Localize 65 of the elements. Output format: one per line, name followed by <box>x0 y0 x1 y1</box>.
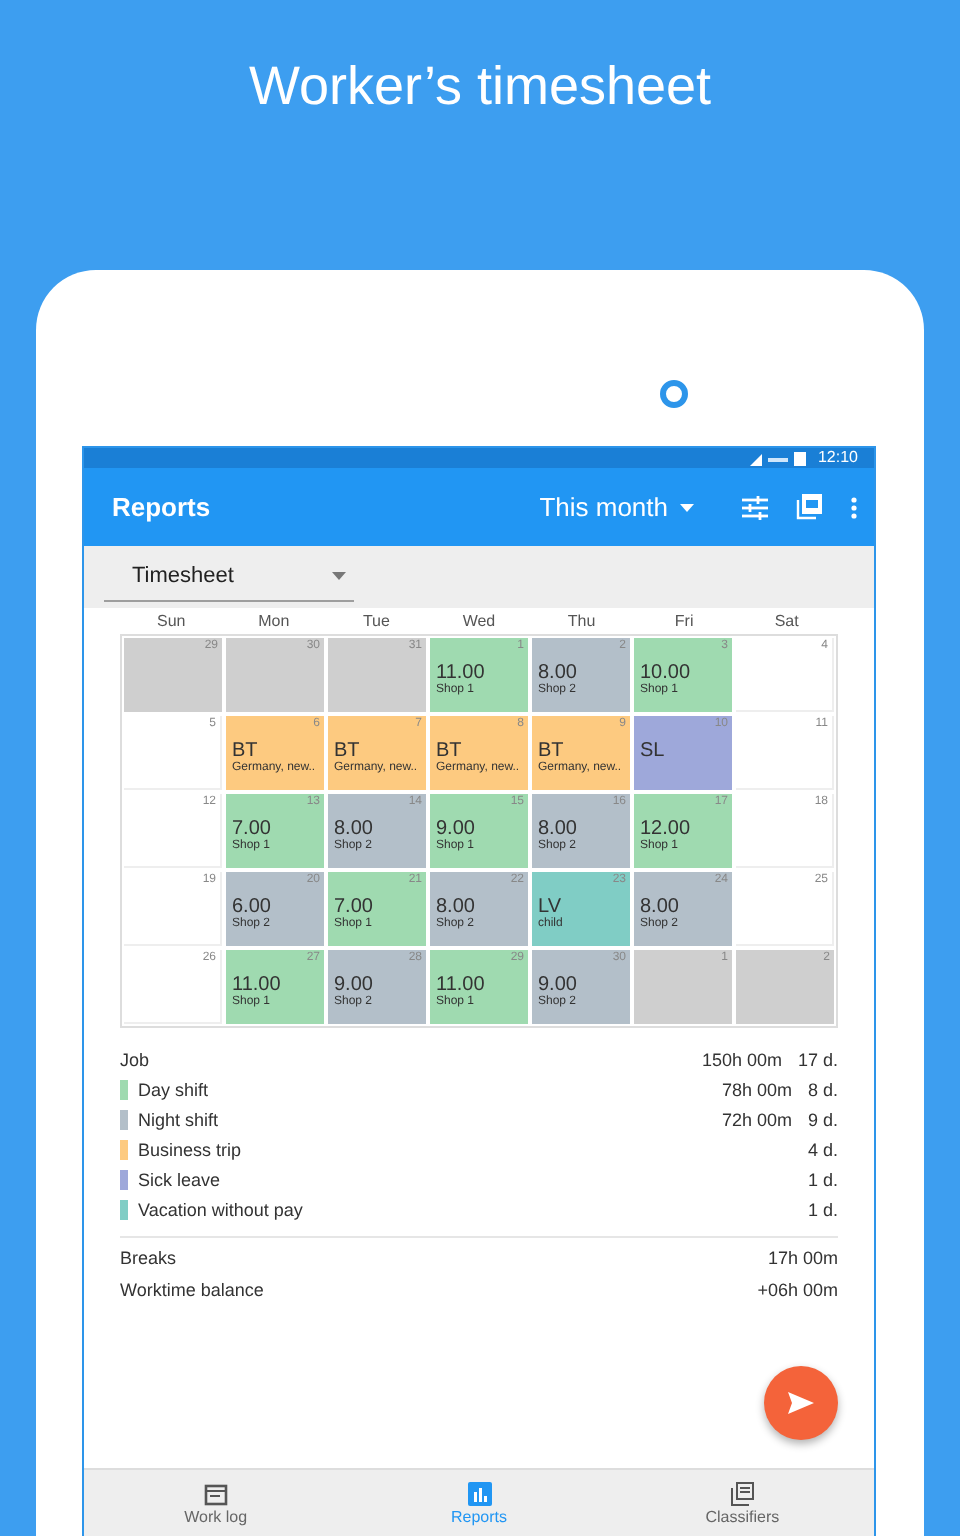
summary-days: 9 d. <box>807 1109 838 1129</box>
entry-value: 11.00 <box>436 662 487 684</box>
entry-value: 9.00 <box>334 974 375 996</box>
entry-value: SL <box>640 740 667 762</box>
entry-value: 9.00 <box>436 818 477 840</box>
summary-hours: 78h 00m <box>721 1079 792 1099</box>
screen-title: Reports <box>112 492 213 522</box>
summary-label: Vacation without pay <box>138 1199 305 1219</box>
summary-label: Job <box>120 1049 152 1069</box>
entry-value: 8.00 <box>538 818 579 840</box>
summary-label: Sick leave <box>138 1169 223 1189</box>
weekday-label: Sat <box>772 612 801 634</box>
entry-value: BT <box>334 740 360 762</box>
summary-label: Day shift <box>138 1079 211 1099</box>
summary-days: 1 d. <box>807 1169 838 1189</box>
entry-value: LV <box>538 896 561 918</box>
weekday-label: Sun <box>155 612 188 634</box>
filter-sliders-icon[interactable] <box>742 495 768 519</box>
summary-days: 17 d. <box>797 1049 838 1069</box>
entry-value: BT <box>232 740 258 762</box>
entry-value: 9.00 <box>538 974 579 996</box>
camera-icon <box>660 380 688 408</box>
summary-hours: 72h 00m <box>721 1109 792 1129</box>
summary-label: Worktime balance <box>120 1280 266 1300</box>
headline: Worker’s timesheet <box>248 56 712 120</box>
entry-value: 7.00 <box>232 818 273 840</box>
weekday-label: Thu <box>565 612 598 634</box>
send-icon <box>788 1392 814 1414</box>
more-icon[interactable] <box>850 495 858 519</box>
send-button[interactable] <box>764 1366 838 1440</box>
weekday-label: Fri <box>672 612 696 634</box>
calendar-icon <box>203 1481 228 1505</box>
caret-icon <box>680 503 694 511</box>
weekday-label: Wed <box>460 612 498 634</box>
summary-value: +06h 00m <box>757 1280 838 1300</box>
summary-label: Breaks <box>120 1248 179 1268</box>
entry-value: 10.00 <box>640 662 693 684</box>
status-time: 12:10 <box>817 448 858 468</box>
entry-value: 8.00 <box>436 896 477 918</box>
signal-battery-icon <box>749 451 810 465</box>
nav-tab[interactable]: Work log <box>84 1470 348 1536</box>
entry-value: BT <box>538 740 564 762</box>
summary-days: 4 d. <box>807 1139 838 1159</box>
entry-value: 8.00 <box>640 896 681 918</box>
summary-value: 17h 00m <box>767 1248 838 1268</box>
entry-value: 11.00 <box>232 974 283 996</box>
image-export-icon[interactable] <box>796 494 822 520</box>
entry-value: 8.00 <box>538 662 579 684</box>
summary-label: Night shift <box>138 1109 221 1129</box>
summary-days: 8 d. <box>807 1079 838 1099</box>
entry-value: 11.00 <box>436 974 487 996</box>
caret-icon <box>332 572 346 580</box>
entry-value: 7.00 <box>334 896 375 918</box>
entry-value: 6.00 <box>232 896 273 918</box>
entry-value: 8.00 <box>334 818 375 840</box>
summary-label: Business trip <box>138 1139 244 1159</box>
nav-tab[interactable]: Classifiers <box>610 1470 875 1536</box>
summary-hours: 150h 00m <box>701 1049 782 1069</box>
entry-value: BT <box>436 740 462 762</box>
documents-icon <box>730 1481 755 1505</box>
entry-value: 12.00 <box>640 818 693 840</box>
weekday-label: Mon <box>256 612 292 634</box>
weekday-label: Tue <box>360 612 392 634</box>
summary-days: 1 d. <box>807 1199 838 1219</box>
bar-chart-icon <box>467 1481 491 1505</box>
